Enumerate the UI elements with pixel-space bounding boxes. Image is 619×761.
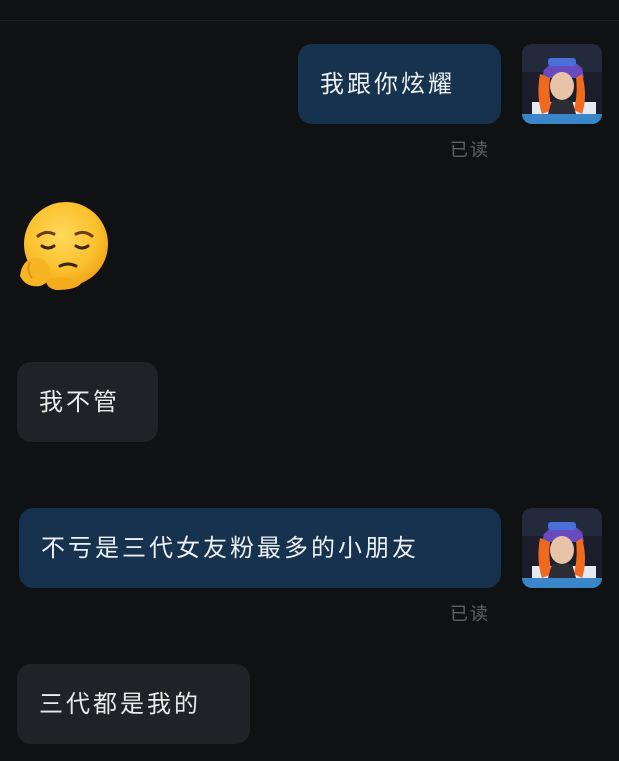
avatar-image — [522, 44, 602, 124]
user-avatar[interactable] — [522, 44, 602, 124]
read-receipt: 已读 — [450, 140, 490, 161]
user-avatar[interactable] — [522, 508, 602, 588]
top-divider — [0, 20, 619, 21]
received-message-bubble[interactable]: 三代都是我的 — [17, 664, 250, 744]
read-receipt: 已读 — [450, 604, 490, 625]
sent-message-bubble[interactable]: 不亏是三代女友粉最多的小朋友 — [19, 508, 501, 588]
avatar-image — [522, 508, 602, 588]
pensive-face-emoji[interactable] — [16, 200, 112, 292]
received-message-bubble[interactable]: 我不管 — [17, 362, 158, 442]
pensive-face-icon — [20, 202, 108, 290]
sent-message-bubble[interactable]: 我跟你炫耀 — [298, 44, 501, 124]
